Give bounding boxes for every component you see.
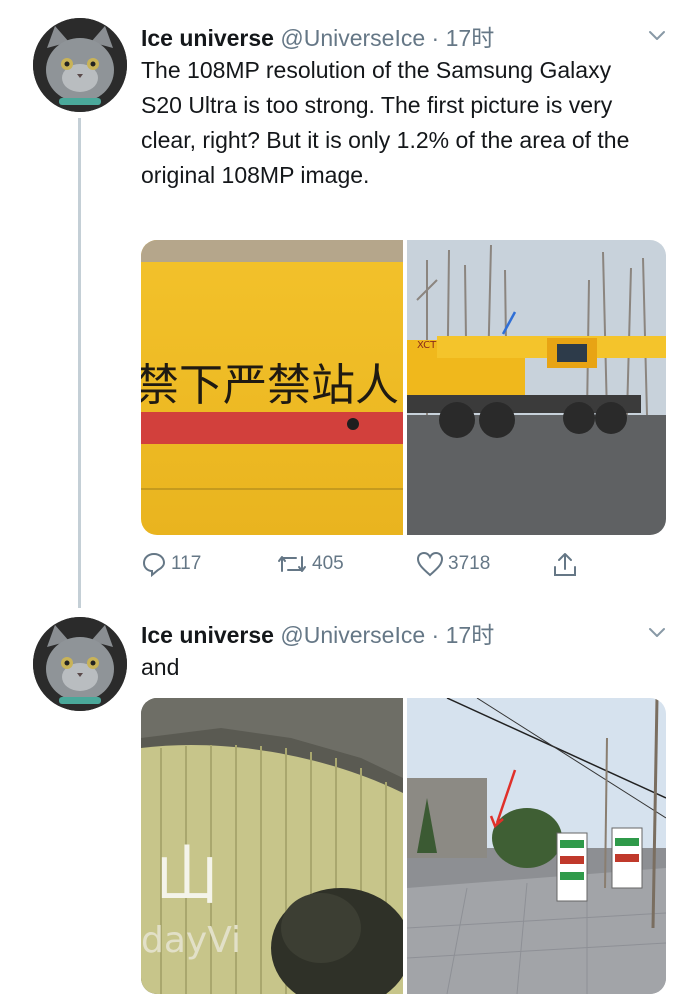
cat-avatar-image xyxy=(33,617,127,711)
avatar[interactable] xyxy=(33,18,127,112)
tweet-media[interactable]: 禁下严禁站人 XCT xyxy=(141,240,666,535)
separator-dot: · xyxy=(431,25,440,51)
reply-count: 117 xyxy=(171,553,202,574)
timestamp[interactable]: 17时 xyxy=(446,25,495,51)
reply-button[interactable]: 117 xyxy=(141,551,201,577)
sign-text: 山 xyxy=(155,840,219,914)
like-button[interactable]: 3718 xyxy=(416,551,490,577)
tweet-header: Ice universe @UniverseIce · 17时 xyxy=(141,616,494,650)
user-handle[interactable]: @UniverseIce xyxy=(280,25,425,51)
share-icon xyxy=(554,553,576,576)
sign-subtext: dayVi xyxy=(141,920,241,961)
truck-brand-text: XCT xyxy=(417,340,437,351)
tweet-actions: 117 405 3718 xyxy=(141,551,591,583)
street-scene-photo xyxy=(407,698,666,994)
user-handle[interactable]: @UniverseIce xyxy=(280,622,425,648)
tweet-text: The 108MP resolution of the Samsung Gala… xyxy=(141,57,630,188)
heart-icon xyxy=(416,551,444,577)
tweet-1[interactable]: Ice universe @UniverseIce · 17时 The 108M… xyxy=(0,0,700,610)
tweet-text: and xyxy=(141,654,180,680)
chevron-down-icon[interactable] xyxy=(646,24,668,46)
retweet-count: 405 xyxy=(312,553,344,574)
chevron-down-icon[interactable] xyxy=(646,621,668,643)
separator-dot: · xyxy=(431,622,440,648)
media-image-full[interactable] xyxy=(407,698,666,994)
crane-truck-photo: XCT xyxy=(407,240,666,535)
display-name[interactable]: Ice universe xyxy=(141,25,274,51)
display-name[interactable]: Ice universe xyxy=(141,622,274,648)
sign-text: 禁下严禁站人 xyxy=(141,360,399,411)
media-image-full[interactable]: XCT xyxy=(407,240,666,535)
yellow-sign-photo: 禁下严禁站人 xyxy=(141,240,403,535)
retweet-icon xyxy=(278,556,306,572)
reply-icon xyxy=(142,552,166,577)
wall-sign-photo: 山 dayVi xyxy=(141,698,403,994)
retweet-button[interactable]: 405 xyxy=(276,551,344,577)
like-count: 3718 xyxy=(448,553,491,574)
avatar[interactable] xyxy=(33,617,127,711)
media-image-crop[interactable]: 禁下严禁站人 xyxy=(141,240,403,535)
tweet-2[interactable]: Ice universe @UniverseIce · 17时 and 山 da… xyxy=(0,610,700,999)
cat-avatar-image xyxy=(33,18,127,112)
tweet-header: Ice universe @UniverseIce · 17时 xyxy=(141,19,494,53)
timestamp[interactable]: 17时 xyxy=(446,622,495,648)
tweet-media[interactable]: 山 dayVi xyxy=(141,698,666,994)
share-button[interactable] xyxy=(551,551,579,579)
media-image-crop[interactable]: 山 dayVi xyxy=(141,698,403,994)
